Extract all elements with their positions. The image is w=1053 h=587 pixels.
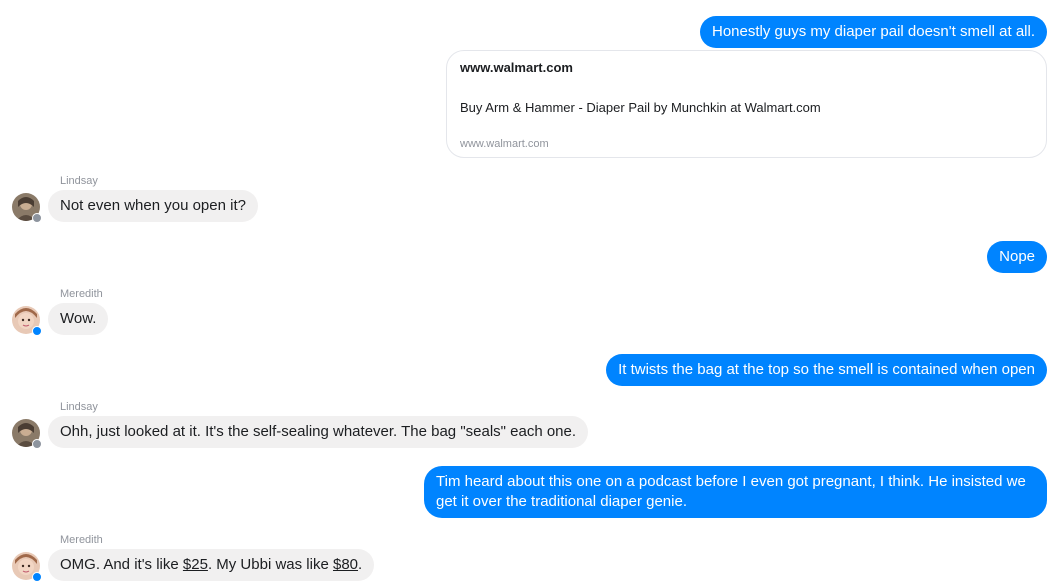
avatar-lindsay[interactable] — [12, 193, 42, 223]
link-preview-title: www.walmart.com — [460, 60, 573, 75]
message-text: Wow. — [60, 310, 97, 327]
incoming-message[interactable]: Ohh, just looked at it. It's the self-se… — [48, 416, 589, 448]
avatar-meredith[interactable] — [12, 306, 42, 336]
message-text: Tim heard about this one on a podcast be… — [436, 473, 1026, 510]
avatar-meredith[interactable] — [12, 552, 42, 582]
sender-name: Lindsay — [60, 175, 98, 187]
sender-name: Meredith — [60, 534, 103, 546]
message-text-part: . — [358, 556, 363, 573]
messenger-badge-icon — [32, 326, 42, 336]
message-text-part: . My Ubbi was like — [207, 556, 333, 573]
link-preview-description: Buy Arm & Hammer - Diaper Pail by Munchk… — [460, 100, 821, 115]
message-text: Ohh, just looked at it. It's the self-se… — [60, 423, 577, 440]
facebook-badge-icon — [32, 439, 42, 449]
incoming-message[interactable]: OMG. And it's like $25. My Ubbi was like… — [48, 549, 375, 581]
message-text: Honestly guys my diaper pail doesn't sme… — [711, 23, 1035, 40]
incoming-message[interactable]: Not even when you open it? — [48, 190, 258, 222]
outgoing-message[interactable]: Nope — [987, 241, 1047, 273]
link-preview-card[interactable]: www.walmart.com Buy Arm & Hammer - Diape… — [446, 50, 1047, 158]
sender-name: Meredith — [60, 288, 103, 300]
message-text: It twists the bag at the top so the smel… — [618, 361, 1035, 378]
facebook-badge-icon — [32, 213, 42, 223]
messenger-badge-icon — [32, 572, 42, 582]
price-link[interactable]: $80 — [333, 556, 358, 573]
link-preview-url: www.walmart.com — [460, 138, 549, 150]
message-text: Nope — [999, 248, 1035, 265]
avatar-lindsay[interactable] — [12, 419, 42, 449]
message-text: Not even when you open it? — [60, 197, 246, 214]
price-link[interactable]: $25 — [183, 556, 208, 573]
outgoing-message[interactable]: Honestly guys my diaper pail doesn't sme… — [699, 16, 1047, 48]
sender-name: Lindsay — [60, 401, 98, 413]
message-text-part: OMG. And it's like — [60, 556, 183, 573]
outgoing-message[interactable]: Tim heard about this one on a podcast be… — [424, 466, 1047, 518]
incoming-message[interactable]: Wow. — [48, 303, 109, 335]
outgoing-message[interactable]: It twists the bag at the top so the smel… — [606, 354, 1047, 386]
